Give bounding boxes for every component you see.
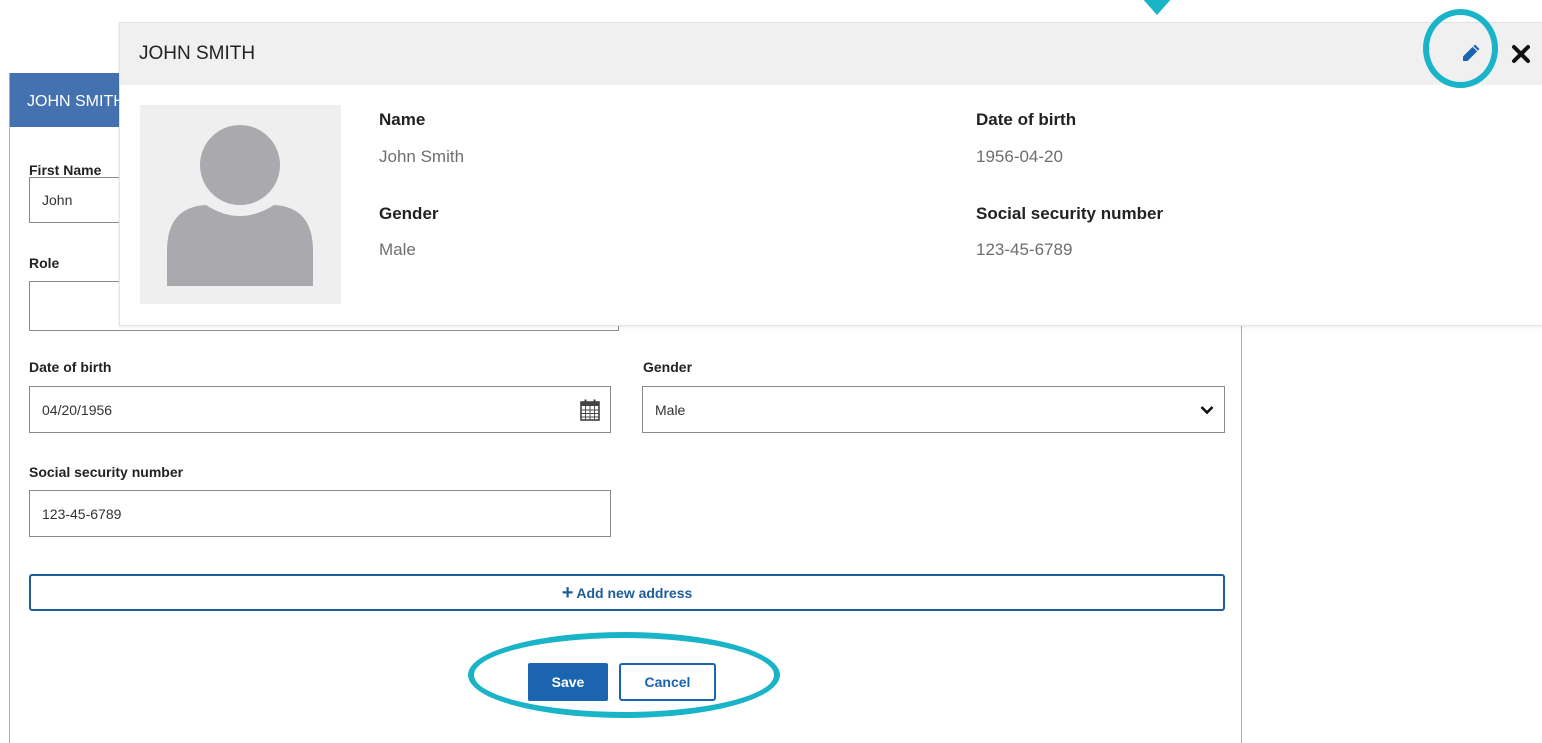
ssn-input[interactable]: 123-45-6789	[29, 490, 611, 537]
close-icon[interactable]	[1511, 44, 1531, 69]
profile-card: JOHN SMITH Name John Smith Gender Male D…	[119, 22, 1542, 326]
add-new-address-label: Add new address	[576, 584, 693, 601]
gender-value: Male	[655, 401, 686, 418]
ssn-label: Social security number	[976, 204, 1164, 223]
gender-label: Gender	[379, 204, 439, 223]
profile-photo-placeholder	[140, 105, 341, 304]
gender-label: Gender	[643, 359, 693, 375]
profile-card-header: JOHN SMITH	[120, 23, 1542, 85]
ssn-value: 123-45-6789	[42, 505, 122, 522]
user-placeholder-icon	[167, 125, 313, 286]
gender-value: Male	[379, 240, 416, 259]
chevron-down-icon	[1190, 405, 1224, 415]
dob-value: 1956-04-20	[976, 147, 1063, 166]
name-value: John Smith	[379, 147, 465, 166]
ssn-value: 123-45-6789	[976, 240, 1073, 259]
first-name-label: First Name	[29, 162, 102, 178]
role-label: Role	[29, 255, 60, 271]
plus-icon: +	[561, 581, 574, 604]
ssn-label: Social security number	[29, 464, 184, 480]
profile-card-title: JOHN SMITH	[139, 43, 256, 64]
gender-select[interactable]: Male	[642, 386, 1225, 433]
annotation-pointer	[1117, 0, 1197, 15]
name-label: Name	[379, 110, 426, 129]
add-new-address-button[interactable]: + Add new address	[29, 574, 1225, 611]
dob-input[interactable]: 04/20/1956	[29, 386, 611, 433]
dob-label: Date of birth	[29, 359, 112, 375]
annotation-edit-highlight	[1423, 9, 1498, 88]
dob-label: Date of birth	[976, 110, 1077, 129]
dob-value: 04/20/1956	[42, 401, 113, 418]
calendar-icon[interactable]	[570, 399, 610, 421]
annotation-buttons-highlight	[468, 632, 780, 718]
